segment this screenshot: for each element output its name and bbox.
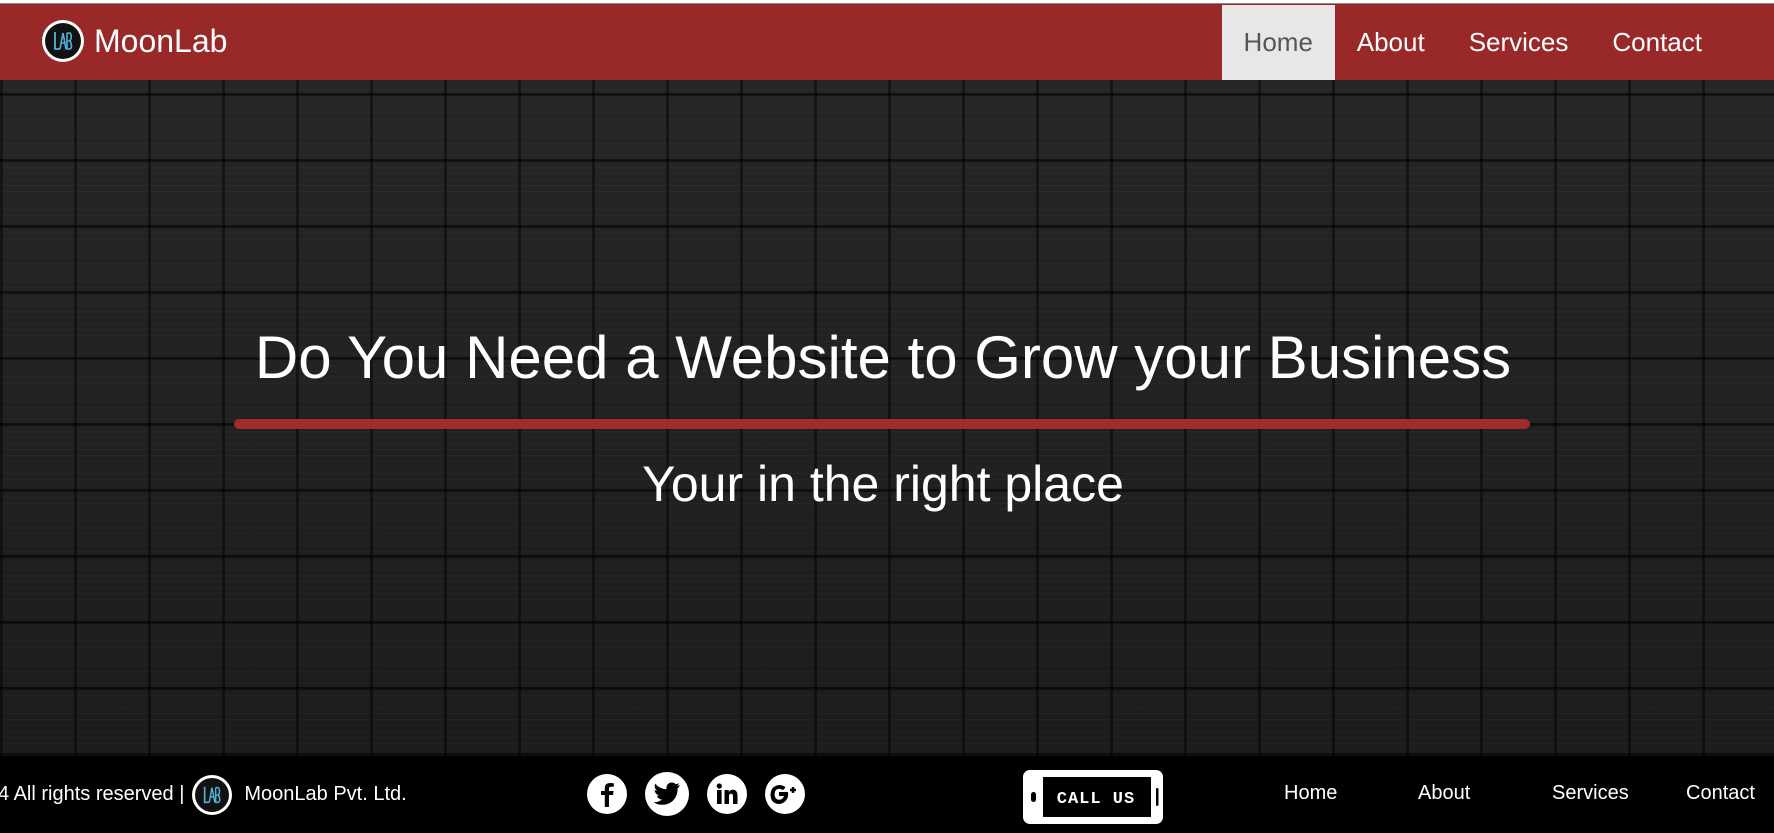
nav-about[interactable]: About bbox=[1335, 5, 1447, 80]
header-bar: MoonLab Home About Services Contact bbox=[0, 3, 1774, 80]
footer-link-about[interactable]: About bbox=[1418, 782, 1470, 805]
brand-name: MoonLab bbox=[94, 22, 228, 59]
hero-subtitle: Your in the right place bbox=[642, 456, 1124, 512]
footer-link-services[interactable]: Services bbox=[1552, 782, 1629, 805]
main-nav: Home About Services Contact bbox=[1221, 5, 1774, 80]
brand[interactable]: MoonLab bbox=[42, 20, 227, 62]
moonlab-logo-icon bbox=[42, 20, 84, 62]
footer: 4 All rights reserved | MoonLab Pvt. Ltd… bbox=[0, 756, 1774, 833]
nav-services[interactable]: Services bbox=[1447, 5, 1591, 80]
page: MoonLab Home About Services Contact Do Y… bbox=[0, 0, 1774, 833]
footer-link-home[interactable]: Home bbox=[1284, 782, 1337, 805]
footer-nav: Home About Services Contact bbox=[0, 756, 1774, 833]
nav-contact[interactable]: Contact bbox=[1590, 5, 1774, 80]
hero-section: Do You Need a Website to Grow your Busin… bbox=[0, 80, 1774, 756]
hero-title: Do You Need a Website to Grow your Busin… bbox=[254, 324, 1512, 391]
hero-divider bbox=[234, 419, 1530, 429]
footer-link-contact[interactable]: Contact bbox=[1686, 782, 1755, 805]
nav-home[interactable]: Home bbox=[1221, 5, 1335, 80]
